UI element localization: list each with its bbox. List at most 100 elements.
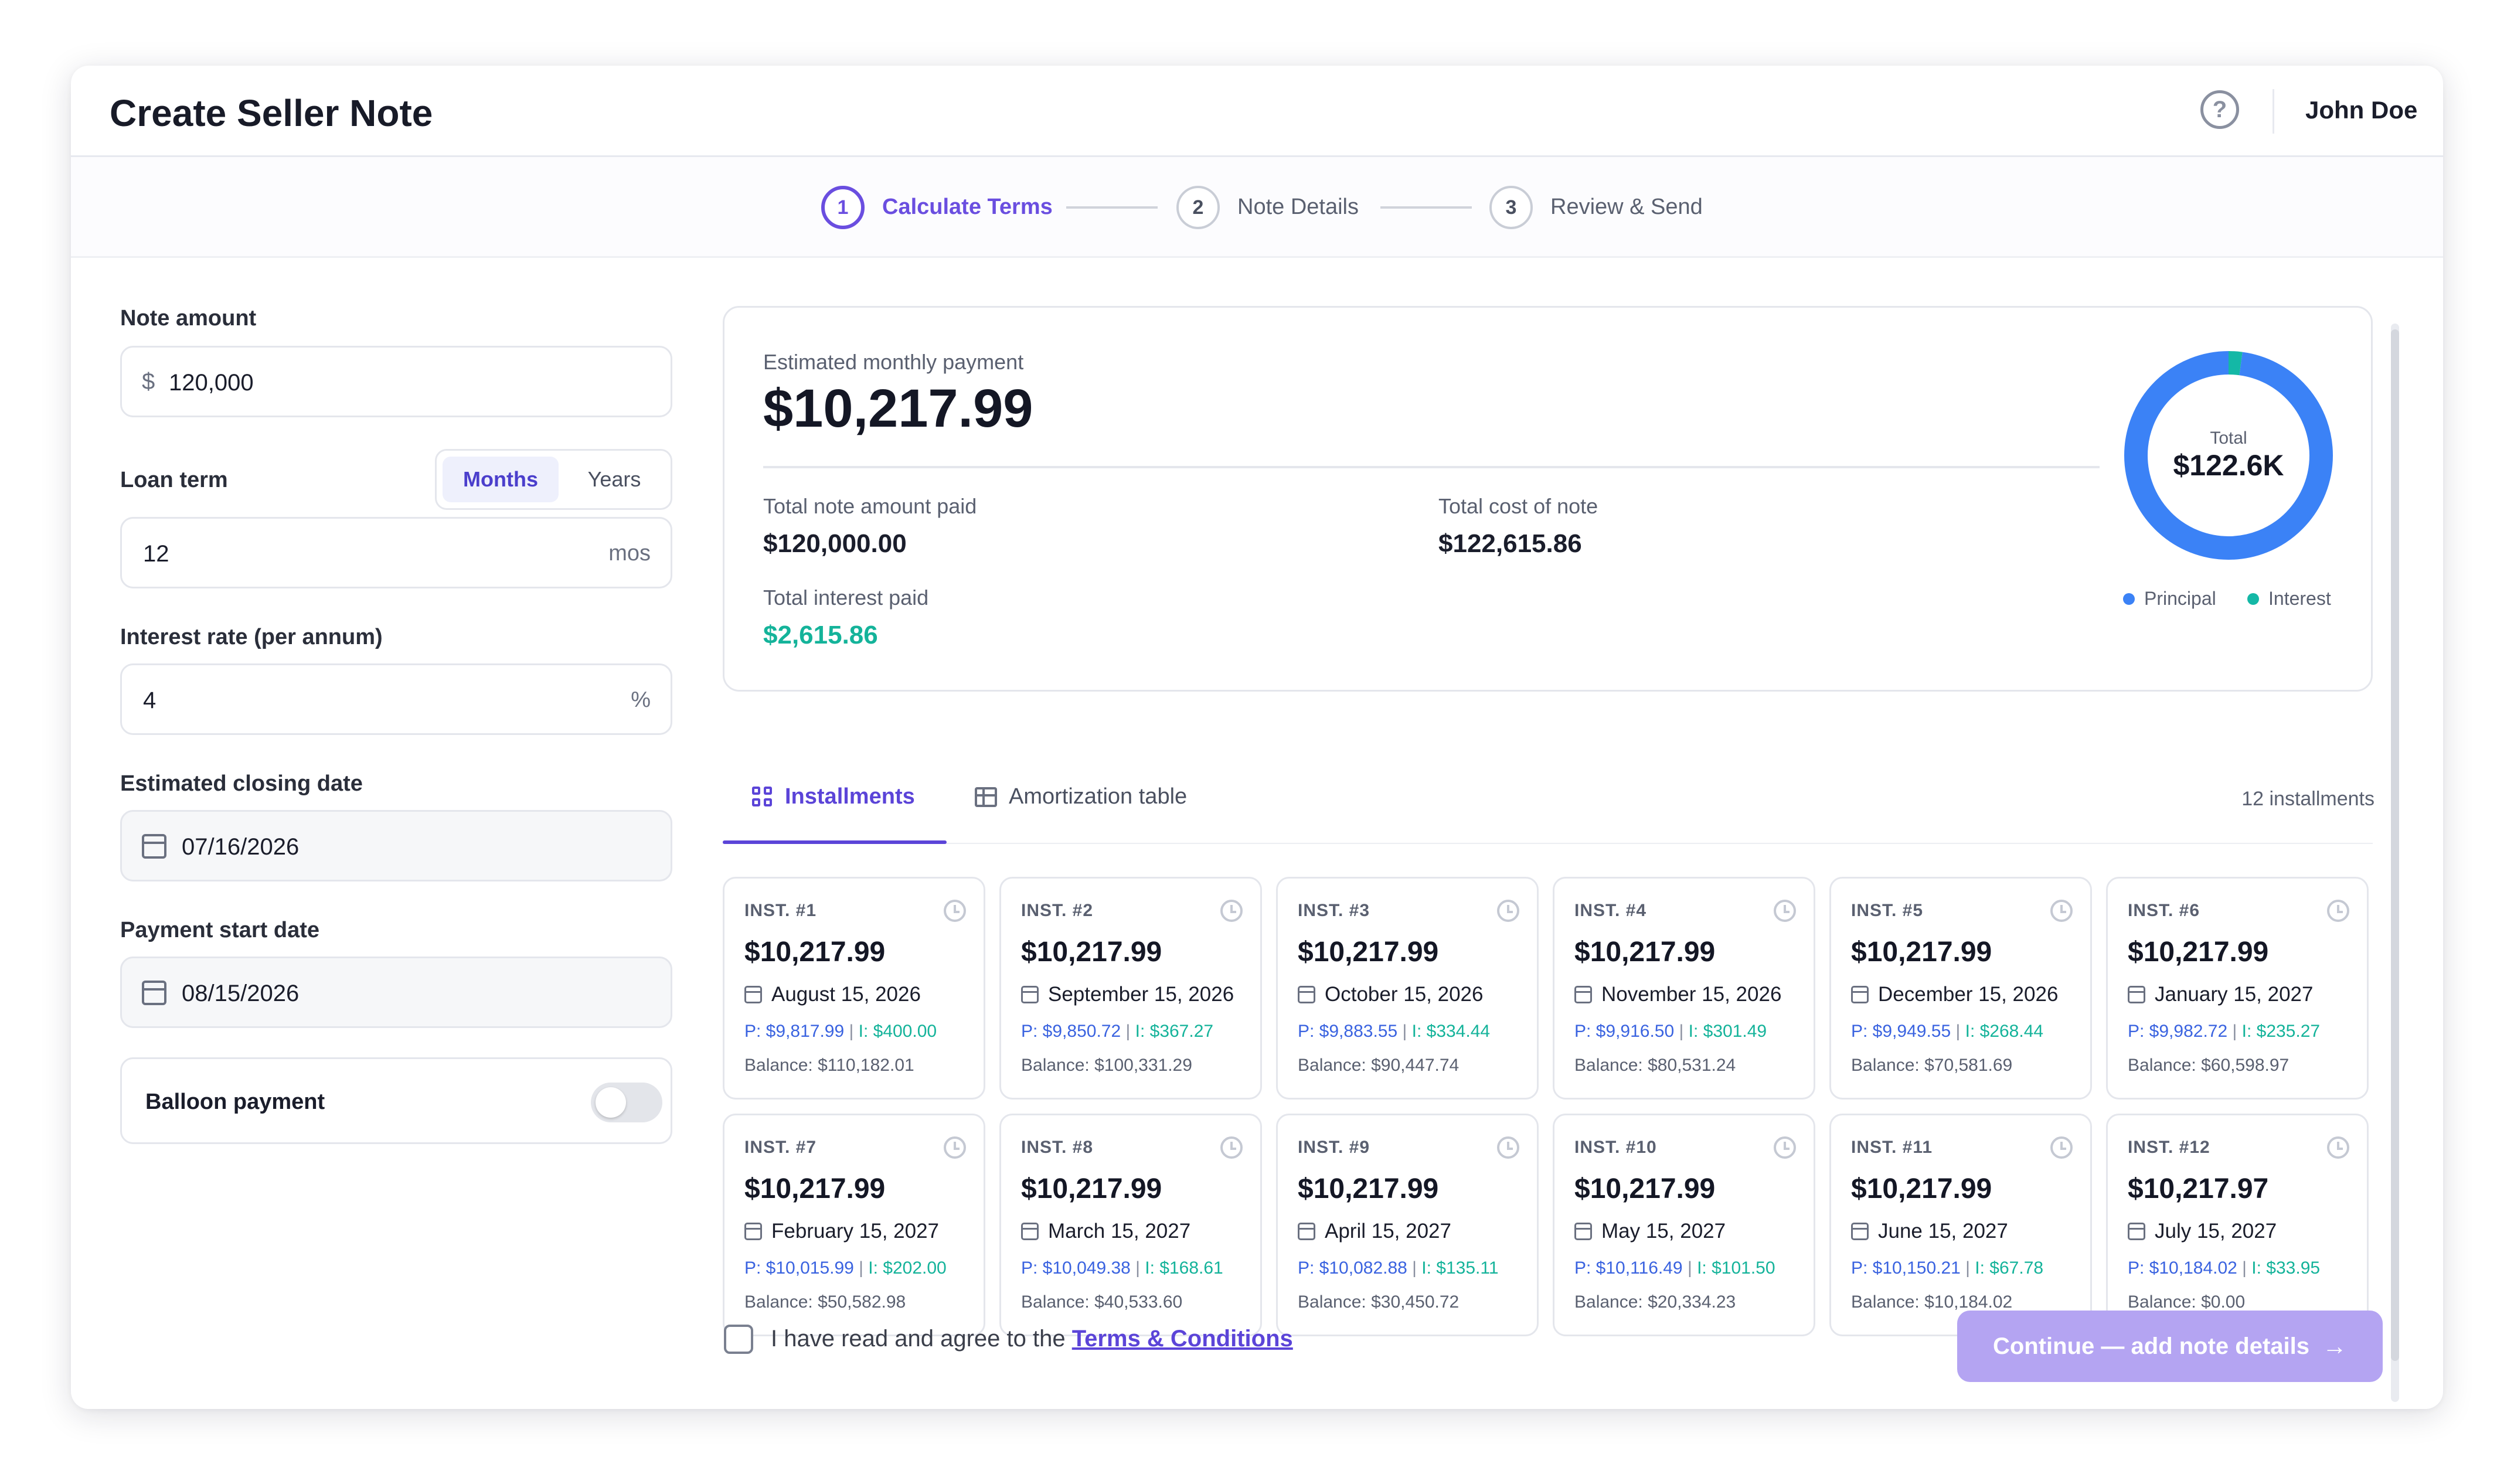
- step-connector: [1066, 206, 1158, 209]
- note-amount-field[interactable]: $ 120,000: [120, 346, 672, 417]
- clock-icon: [1220, 900, 1243, 922]
- principal-portion: P: $10,116.49: [1574, 1258, 1683, 1278]
- terms-link[interactable]: Terms & Conditions: [1072, 1326, 1293, 1352]
- step-connector: [1380, 206, 1472, 209]
- installment-date-row: August 15, 2026: [744, 983, 921, 1006]
- interest-portion: I: $135.11: [1421, 1258, 1499, 1278]
- installment-date-row: July 15, 2027: [2128, 1220, 2277, 1243]
- interest-portion: I: $168.61: [1145, 1258, 1223, 1278]
- tab-installments[interactable]: Installments: [752, 784, 915, 809]
- breakdown-separator: |: [844, 1022, 859, 1041]
- interest-rate-field[interactable]: 4 %: [120, 663, 672, 735]
- installment-balance: Balance: $0.00: [2128, 1292, 2246, 1312]
- installment-balance: Balance: $60,598.97: [2128, 1056, 2290, 1075]
- tab-installments-label: Installments: [785, 784, 915, 809]
- installment-date: July 15, 2027: [2155, 1220, 2277, 1243]
- principal-portion: P: $9,817.99: [744, 1022, 845, 1041]
- scrollbar-thumb[interactable]: [2391, 329, 2399, 1361]
- breakdown-separator: |: [2237, 1258, 2252, 1278]
- interest-rate-value: 4: [143, 687, 157, 713]
- page-title: Create Seller Note: [110, 92, 433, 134]
- tab-amortization[interactable]: Amortization table: [975, 784, 1187, 809]
- installment-date-row: June 15, 2027: [1851, 1220, 2008, 1243]
- calendar-icon: [2128, 986, 2145, 1003]
- installment-card[interactable]: INST. #7 $10,217.99 February 15, 2027 P: $1…: [723, 1114, 985, 1336]
- installment-card[interactable]: INST. #6 $10,217.99 January 15, 2027 P: $9,…: [2106, 877, 2369, 1100]
- unit-years-button[interactable]: Years: [562, 457, 666, 502]
- installment-card[interactable]: INST. #8 $10,217.99 March 15, 2027 P: $10,0…: [999, 1114, 1262, 1336]
- loan-term-value: 12: [143, 541, 169, 567]
- installment-card[interactable]: INST. #2 $10,217.99 September 15, 2026 P: $…: [999, 877, 1262, 1100]
- note-amount-value: 120,000: [169, 370, 254, 396]
- breakdown-separator: |: [2227, 1022, 2242, 1041]
- installment-balance: Balance: $10,184.02: [1851, 1292, 2013, 1312]
- principal-portion: P: $10,184.02: [2128, 1258, 2237, 1278]
- tabs-border: [723, 843, 2373, 844]
- step-3-label[interactable]: Review & Send: [1550, 195, 1703, 220]
- header-divider: [2273, 89, 2274, 134]
- seller-note-card: Create Seller Note ? John Doe 1 Calculat…: [71, 66, 2443, 1409]
- balloon-payment-toggle[interactable]: [591, 1083, 662, 1122]
- installment-balance: Balance: $30,450.72: [1298, 1292, 1460, 1312]
- step-1-indicator[interactable]: 1: [821, 186, 865, 229]
- step-2-indicator[interactable]: 2: [1176, 186, 1220, 229]
- installment-label: INST. #10: [1574, 1138, 1657, 1157]
- step-3-indicator[interactable]: 3: [1489, 186, 1533, 229]
- installment-breakdown: P: $10,049.38 | I: $168.61: [1021, 1258, 1223, 1278]
- terms-checkbox[interactable]: [724, 1325, 753, 1354]
- loan-term-field[interactable]: 12 mos: [120, 517, 672, 588]
- installment-count: 12 installments: [2241, 788, 2374, 810]
- installment-amount: $10,217.99: [1574, 937, 1716, 968]
- stepper: 1 Calculate Terms 2 Note Details 3 Revie…: [71, 157, 2443, 258]
- total-note-value: $120,000.00: [763, 529, 907, 558]
- breakdown-separator: |: [1674, 1022, 1689, 1041]
- installment-amount: $10,217.99: [744, 937, 886, 968]
- installment-card[interactable]: INST. #5 $10,217.99 December 15, 2026 P: $9…: [1829, 877, 2092, 1100]
- clock-icon: [2050, 900, 2073, 922]
- installment-breakdown: P: $9,850.72 | I: $367.27: [1021, 1022, 1213, 1041]
- step-1-label[interactable]: Calculate Terms: [882, 195, 1053, 220]
- installment-date: November 15, 2026: [1601, 983, 1782, 1006]
- breakdown-separator: |: [1960, 1258, 1975, 1278]
- user-menu[interactable]: John Doe: [2305, 96, 2417, 124]
- help-icon[interactable]: ?: [2200, 90, 2239, 129]
- calendar-icon: [1574, 1223, 1592, 1240]
- closing-date-label: Estimated closing date: [120, 771, 363, 796]
- installment-amount: $10,217.99: [1298, 937, 1439, 968]
- installment-label: INST. #4: [1574, 901, 1647, 920]
- installment-card[interactable]: INST. #1 $10,217.99 August 15, 2026 P: $9,8…: [723, 877, 985, 1100]
- calendar-icon: [142, 834, 166, 859]
- step-2-label[interactable]: Note Details: [1237, 195, 1359, 220]
- installment-amount: $10,217.99: [1021, 937, 1162, 968]
- installment-date: December 15, 2026: [1878, 983, 2059, 1006]
- percent-suffix: %: [631, 687, 651, 712]
- start-date-field[interactable]: 08/15/2026: [120, 957, 672, 1028]
- clock-icon: [1497, 900, 1519, 922]
- installment-card[interactable]: INST. #12 $10,217.97 July 15, 2027 P: $10,1…: [2106, 1114, 2369, 1336]
- terms-agreement: I have read and agree to the Terms & Con…: [771, 1326, 1293, 1352]
- installment-breakdown: P: $9,916.50 | I: $301.49: [1574, 1022, 1767, 1041]
- scrollbar[interactable]: [2391, 324, 2399, 1402]
- calendar-icon: [142, 981, 166, 1005]
- interest-rate-label: Interest rate (per annum): [120, 625, 383, 649]
- closing-date-field[interactable]: 07/16/2026: [120, 810, 672, 881]
- installment-date-row: September 15, 2026: [1021, 983, 1234, 1006]
- installment-breakdown: P: $9,982.72 | I: $235.27: [2128, 1022, 2320, 1041]
- monthly-payment-label: Estimated monthly payment: [763, 350, 1024, 374]
- installment-card[interactable]: INST. #11 $10,217.99 June 15, 2027 P: $10,1…: [1829, 1114, 2092, 1336]
- installment-card[interactable]: INST. #9 $10,217.99 April 15, 2027 P: $10,0…: [1276, 1114, 1539, 1336]
- active-tab-indicator: [723, 840, 947, 844]
- installment-date: January 15, 2027: [2155, 983, 2314, 1006]
- continue-button[interactable]: Continue — add note details →: [1957, 1311, 2383, 1382]
- installment-date-row: March 15, 2027: [1021, 1220, 1190, 1243]
- installment-label: INST. #8: [1021, 1138, 1094, 1157]
- installment-card[interactable]: INST. #4 $10,217.99 November 15, 2026 P: $9…: [1553, 877, 1815, 1100]
- unit-months-button[interactable]: Months: [443, 457, 559, 502]
- monthly-payment-value: $10,217.99: [763, 379, 1033, 438]
- installment-card[interactable]: INST. #10 $10,217.99 May 15, 2027 P: $10,11…: [1553, 1114, 1815, 1336]
- principal-portion: P: $9,949.55: [1851, 1022, 1951, 1041]
- installment-balance: Balance: $100,331.29: [1021, 1056, 1192, 1075]
- installment-balance: Balance: $20,334.23: [1574, 1292, 1736, 1312]
- installment-card[interactable]: INST. #3 $10,217.99 October 15, 2026 P: $9,…: [1276, 877, 1539, 1100]
- legend-interest: Interest: [2247, 588, 2331, 610]
